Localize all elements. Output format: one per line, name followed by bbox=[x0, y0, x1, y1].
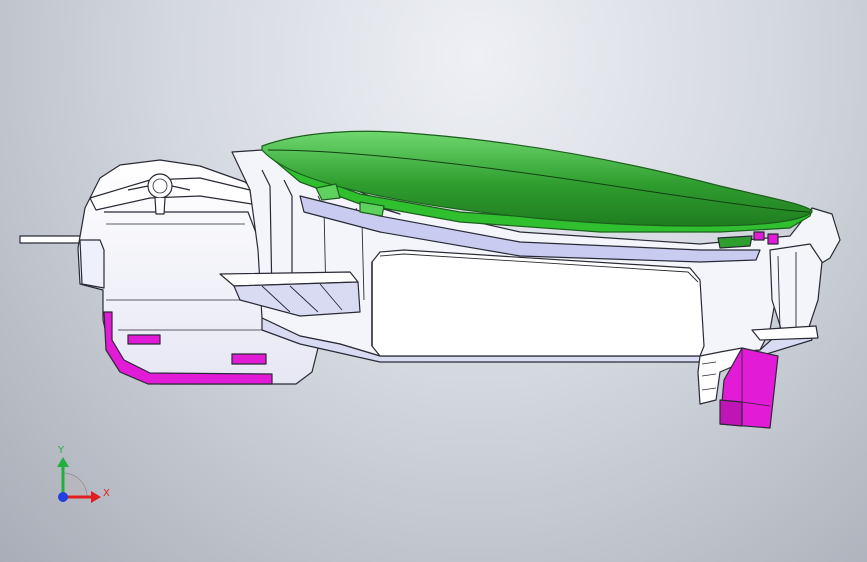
left-pin bbox=[19, 235, 81, 244]
z-axis-origin bbox=[58, 492, 68, 502]
front-window bbox=[371, 249, 705, 357]
coordinate-triad: Y X bbox=[57, 445, 110, 503]
magenta-tab-2 bbox=[231, 353, 267, 365]
magenta-connector bbox=[697, 347, 779, 429]
model-drawing: Y X bbox=[19, 130, 841, 503]
magenta-tab-1 bbox=[127, 334, 161, 345]
y-axis-label: Y bbox=[57, 445, 65, 456]
x-axis-label: X bbox=[103, 488, 110, 499]
cad-viewport[interactable]: Y X bbox=[0, 0, 867, 562]
